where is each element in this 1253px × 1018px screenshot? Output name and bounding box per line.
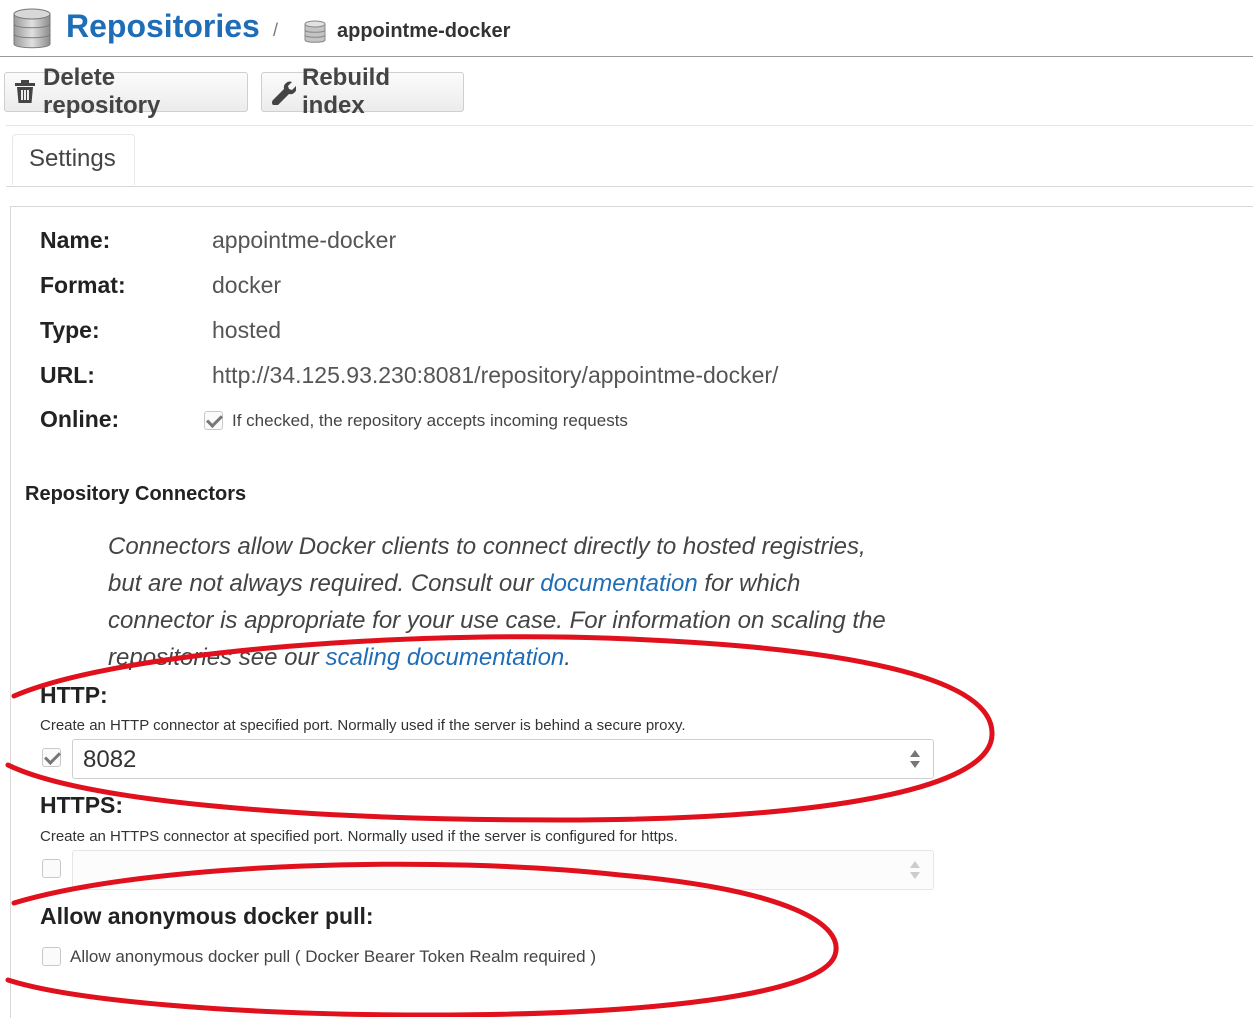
description-text: . [564,644,571,671]
online-help-text: If checked, the repository accepts incom… [232,411,628,430]
delete-repository-label: Delete repository [43,64,161,119]
https-enable-checkbox[interactable] [42,859,61,878]
spinner-arrows-icon[interactable] [909,747,921,771]
name-label: Name: [40,227,111,253]
rebuild-index-label: Rebuild index [302,64,390,119]
http-port-input[interactable]: 8082 [72,739,934,779]
tab-bar: Settings [6,125,1253,187]
rebuild-index-button[interactable]: Rebuild index [261,64,464,119]
online-label: Online: [40,406,120,432]
breadcrumb: Repositories / appointme-docker [0,0,1253,57]
spinner-arrows-icon[interactable] [909,858,921,882]
database-icon [304,20,326,43]
https-help-text: Create an HTTPS connector at specified p… [40,828,678,845]
online-checkbox[interactable] [204,411,223,430]
type-value: hosted [212,317,282,343]
http-help-text: Create an HTTP connector at specified po… [40,717,686,734]
tab-settings[interactable]: Settings [12,134,135,185]
https-port-input[interactable] [72,850,934,890]
url-value: http://34.125.93.230:8081/repository/app… [212,362,779,388]
type-label: Type: [40,317,100,343]
documentation-link[interactable]: documentation [540,570,697,597]
database-icon [13,8,51,49]
repository-connectors-heading: Repository Connectors [25,483,247,505]
anonymous-pull-checkbox[interactable] [42,947,61,966]
format-value: docker [212,272,282,298]
anonymous-pull-heading: Allow anonymous docker pull: [40,903,374,929]
http-heading: HTTP: [40,682,108,708]
breadcrumb-separator: / [273,20,279,40]
http-enable-checkbox[interactable] [42,748,61,767]
scaling-documentation-link[interactable]: scaling documentation [325,644,564,671]
url-label: URL: [40,362,95,388]
delete-repository-button[interactable]: Delete repository [4,64,248,119]
trash-icon [15,80,35,103]
breadcrumb-repositories-link[interactable]: Repositories [66,8,260,45]
wrench-icon [271,81,296,105]
format-label: Format: [40,272,126,298]
breadcrumb-current-repository: appointme-docker [337,20,511,42]
https-heading: HTTPS: [40,792,124,818]
connectors-description: Connectors allow Docker clients to conne… [108,528,888,676]
http-port-value: 8082 [83,746,137,773]
anonymous-pull-label: Allow anonymous docker pull ( Docker Bea… [70,947,596,966]
name-value: appointme-docker [212,227,397,253]
